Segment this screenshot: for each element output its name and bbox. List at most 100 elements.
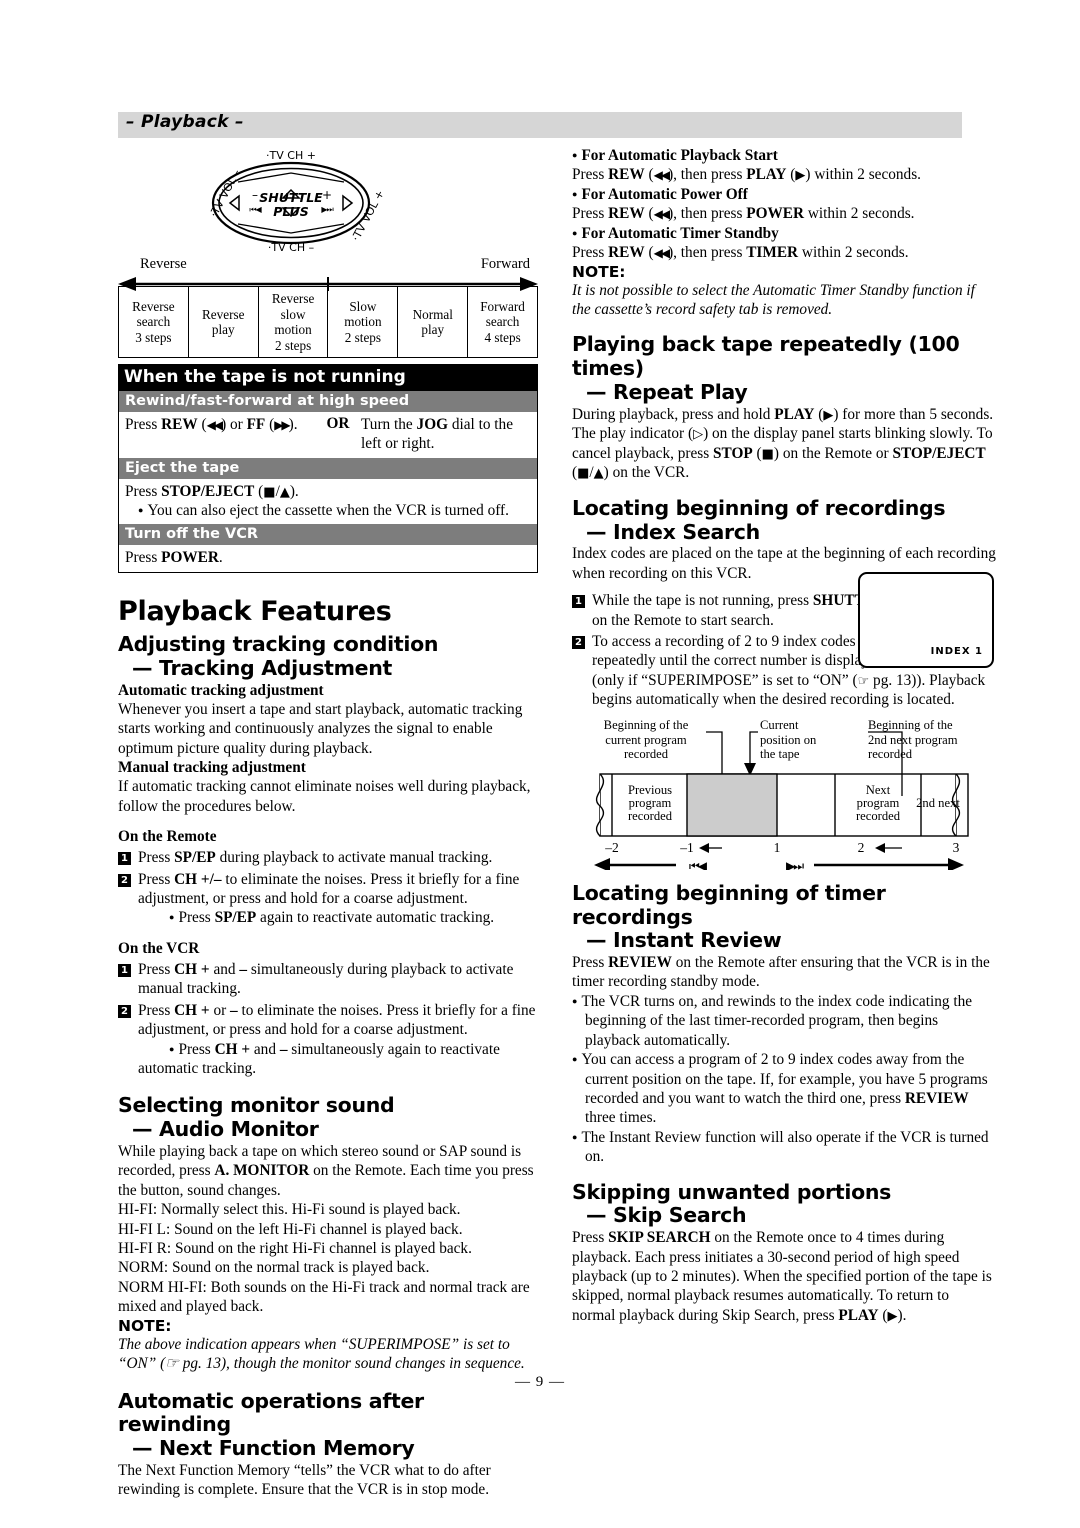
table-row: Press STOP/EJECT (■/▲). You can also eje…: [119, 479, 537, 525]
audio-monitor-intro: While playing back a tape on which stere…: [118, 1142, 534, 1199]
repeat-play-text: During playback, press and hold PLAY (▶)…: [572, 405, 994, 482]
list-item: 2 Press CH + or – to eliminate the noise…: [118, 1001, 538, 1079]
list-item: 1 Press CH + and – simultaneously during…: [118, 960, 538, 999]
tape-not-running-table: When the tape is not running Rewind/fast…: [118, 364, 538, 573]
skip-search-heading-main: Skipping unwanted portions: [572, 1179, 892, 1204]
auto-power-off-head: For Automatic Power Off: [572, 185, 996, 204]
tracking-heading-main: Adjusting tracking condition: [118, 632, 439, 657]
instant-review-bullet-1: The VCR turns on, and rewinds to the ind…: [572, 992, 996, 1050]
next-function-heading-main: Automatic operations after rewinding: [118, 1388, 424, 1437]
vcr-step-2-bullet: Press CH + and – simultaneously again to…: [138, 1041, 500, 1077]
svg-text:2nd next: 2nd next: [916, 796, 960, 810]
svg-text:3: 3: [953, 840, 960, 855]
left-column: SHUTTLE PLUS – + ⏮◀ ▶⏭ ·TV CH + ·TV CH –…: [118, 146, 538, 1500]
speed-cell-forward-search: Forward search 4 steps: [467, 285, 538, 359]
skip-search-subheading: — Skip Search: [586, 1203, 747, 1228]
speed-cell-slow-motion: Slow motion 2 steps: [327, 285, 399, 359]
index-search-subheading: — Index Search: [586, 519, 760, 544]
next-function-subheading: — Next Function Memory: [132, 1436, 415, 1461]
reverse-label: Reverse: [140, 256, 187, 272]
auto-tracking-head: Automatic tracking adjustment: [118, 681, 324, 699]
tracking-subheading: — Tracking Adjustment: [132, 655, 393, 680]
row-header-eject: Eject the tape: [119, 457, 537, 479]
auto-timer-standby-text: Press REW (◀◀), then press TIMER within …: [572, 244, 909, 262]
repeat-play-heading: Playing back tape repeatedly (100 times)…: [572, 333, 996, 404]
speed-cell-reverse-search: Reverse search 3 steps: [118, 285, 189, 359]
step-number: 1: [118, 852, 131, 866]
tv-ch-minus-label: ·TV CH –: [268, 241, 314, 254]
row-header-rewind-ff: Rewind/fast-forward at high speed: [119, 391, 537, 413]
remote-step-1: Press SP/EP during playback to activate …: [138, 849, 493, 867]
step-number: 1: [572, 595, 585, 609]
svg-text:⏮◀: ⏮◀: [249, 205, 262, 214]
right-note-label: NOTE:: [572, 262, 626, 281]
svg-text:recorded: recorded: [856, 809, 901, 823]
manual-page: – Playback – SHUTTLE PLUS – + ⏮◀ ▶⏭ ·TV …: [0, 0, 1080, 1528]
tv-ch-plus-label: ·TV CH +: [266, 149, 316, 162]
right-note-text: It is not possible to select the Automat…: [572, 281, 975, 319]
svg-text:–2: –2: [604, 840, 619, 855]
next-function-heading: Automatic operations after rewinding — N…: [118, 1388, 538, 1461]
rewind-ff-right-cell: Turn the JOG dial to the left or right.: [361, 416, 513, 453]
svg-text:Next: Next: [866, 783, 891, 797]
auto-playback-start-text: Press REW (◀◀), then press PLAY (▶) with…: [572, 166, 921, 184]
table-row: Reverse search 3 steps Reverse play Reve…: [118, 285, 538, 359]
index-search-heading: Locating beginning of recordings — Index…: [572, 496, 996, 545]
step-number: 2: [118, 1004, 131, 1018]
index-screen-box: INDEX 1: [858, 572, 994, 668]
audio-monitor-heading-main: Selecting monitor sound: [118, 1093, 395, 1118]
instant-review-bullet-2: You can access a program of 2 to 9 index…: [572, 1050, 996, 1128]
skip-search-text: Press SKIP SEARCH on the Remote once to …: [572, 1229, 992, 1324]
table-title: When the tape is not running: [118, 364, 538, 392]
table-row: Press POWER.: [125, 549, 223, 567]
svg-text:+: +: [322, 188, 332, 202]
auto-playback-start-head: For Automatic Playback Start: [572, 146, 996, 165]
repeat-play-subheading: — Repeat Play: [586, 379, 748, 404]
svg-text:1: 1: [774, 840, 781, 855]
or-divider: OR: [326, 415, 350, 433]
svg-text:▶⏭: ▶⏭: [321, 205, 333, 214]
audio-monitor-heading: Selecting monitor sound — Audio Monitor: [118, 1094, 538, 1142]
index-screen-text: INDEX 1: [930, 646, 983, 657]
instant-review-heading-main: Locating beginning of timer recordings: [572, 880, 886, 929]
svg-text:program: program: [857, 796, 900, 810]
page-number: — 9 —: [515, 1374, 565, 1390]
vcr-step-2: Press CH + or – to eliminate the noises.…: [138, 1001, 538, 1079]
speed-cell-reverse-slow: Reverse slow motion 2 steps: [257, 285, 329, 359]
tracking-heading: Adjusting tracking condition — Tracking …: [118, 632, 538, 681]
svg-text:Previous: Previous: [628, 783, 672, 797]
page-footer: — 9 —: [0, 1374, 1080, 1391]
playback-features-title: Playback Features: [118, 595, 392, 627]
remote-step-2-bullet: Press SP/EP again to reactivate automati…: [156, 909, 494, 926]
row-header-power-off: Turn off the VCR: [119, 524, 537, 546]
audio-mode-norm: NORM: Sound on the normal track is playe…: [118, 1259, 430, 1277]
instant-review-intro: Press REVIEW on the Remote after ensurin…: [572, 954, 990, 991]
audio-mode-hifi: HI-FI: Normally select this. Hi-Fi sound…: [118, 1201, 461, 1219]
next-function-text: The Next Function Memory “tells” the VCR…: [118, 1461, 491, 1499]
list-item: 1 Press SP/EP during playback to activat…: [118, 848, 538, 867]
table-row: Press REW (◀◀) or FF (▶▶). OR Turn the J…: [119, 412, 537, 457]
right-column: For Automatic Playback Start Press REW (…: [572, 146, 996, 1325]
remote-step-2: Press CH +/– to eliminate the noises. Pr…: [138, 870, 538, 928]
on-the-vcr-head: On the VCR: [118, 939, 200, 957]
svg-text:SHUTTLE: SHUTTLE: [259, 190, 323, 205]
speed-cell-reverse-play: Reverse play: [187, 285, 259, 359]
instant-review-heading: Locating beginning of timer recordings —…: [572, 880, 996, 953]
auto-power-off-text: Press REW (◀◀), then press POWER within …: [572, 205, 915, 223]
svg-text:–: –: [252, 188, 258, 202]
svg-text:2: 2: [858, 840, 865, 855]
section-label: – Playback –: [126, 112, 244, 132]
tape-index-diagram: Beginning of the current program recorde…: [572, 718, 996, 870]
auto-tracking-text: Whenever you insert a tape and start pla…: [118, 700, 523, 757]
tv-vol-minus-label: ·TV VOL –: [207, 167, 243, 219]
instant-review-subheading: — Instant Review: [586, 928, 782, 953]
repeat-play-heading-main: Playing back tape repeatedly (100 times): [572, 332, 960, 381]
skip-search-heading: Skipping unwanted portions — Skip Search: [572, 1179, 996, 1229]
audio-monitor-subheading: — Audio Monitor: [132, 1117, 319, 1142]
manual-tracking-head: Manual tracking adjustment: [118, 759, 306, 777]
direction-arrow-row: Reverse Forward: [118, 256, 538, 291]
shuttle-dial-diagram: SHUTTLE PLUS – + ⏮◀ ▶⏭ ·TV CH + ·TV CH –…: [118, 146, 538, 254]
playback-speed-table: Reverse search 3 steps Reverse play Reve…: [118, 285, 538, 359]
svg-text:recorded: recorded: [628, 809, 673, 823]
svg-text:program: program: [629, 796, 672, 810]
